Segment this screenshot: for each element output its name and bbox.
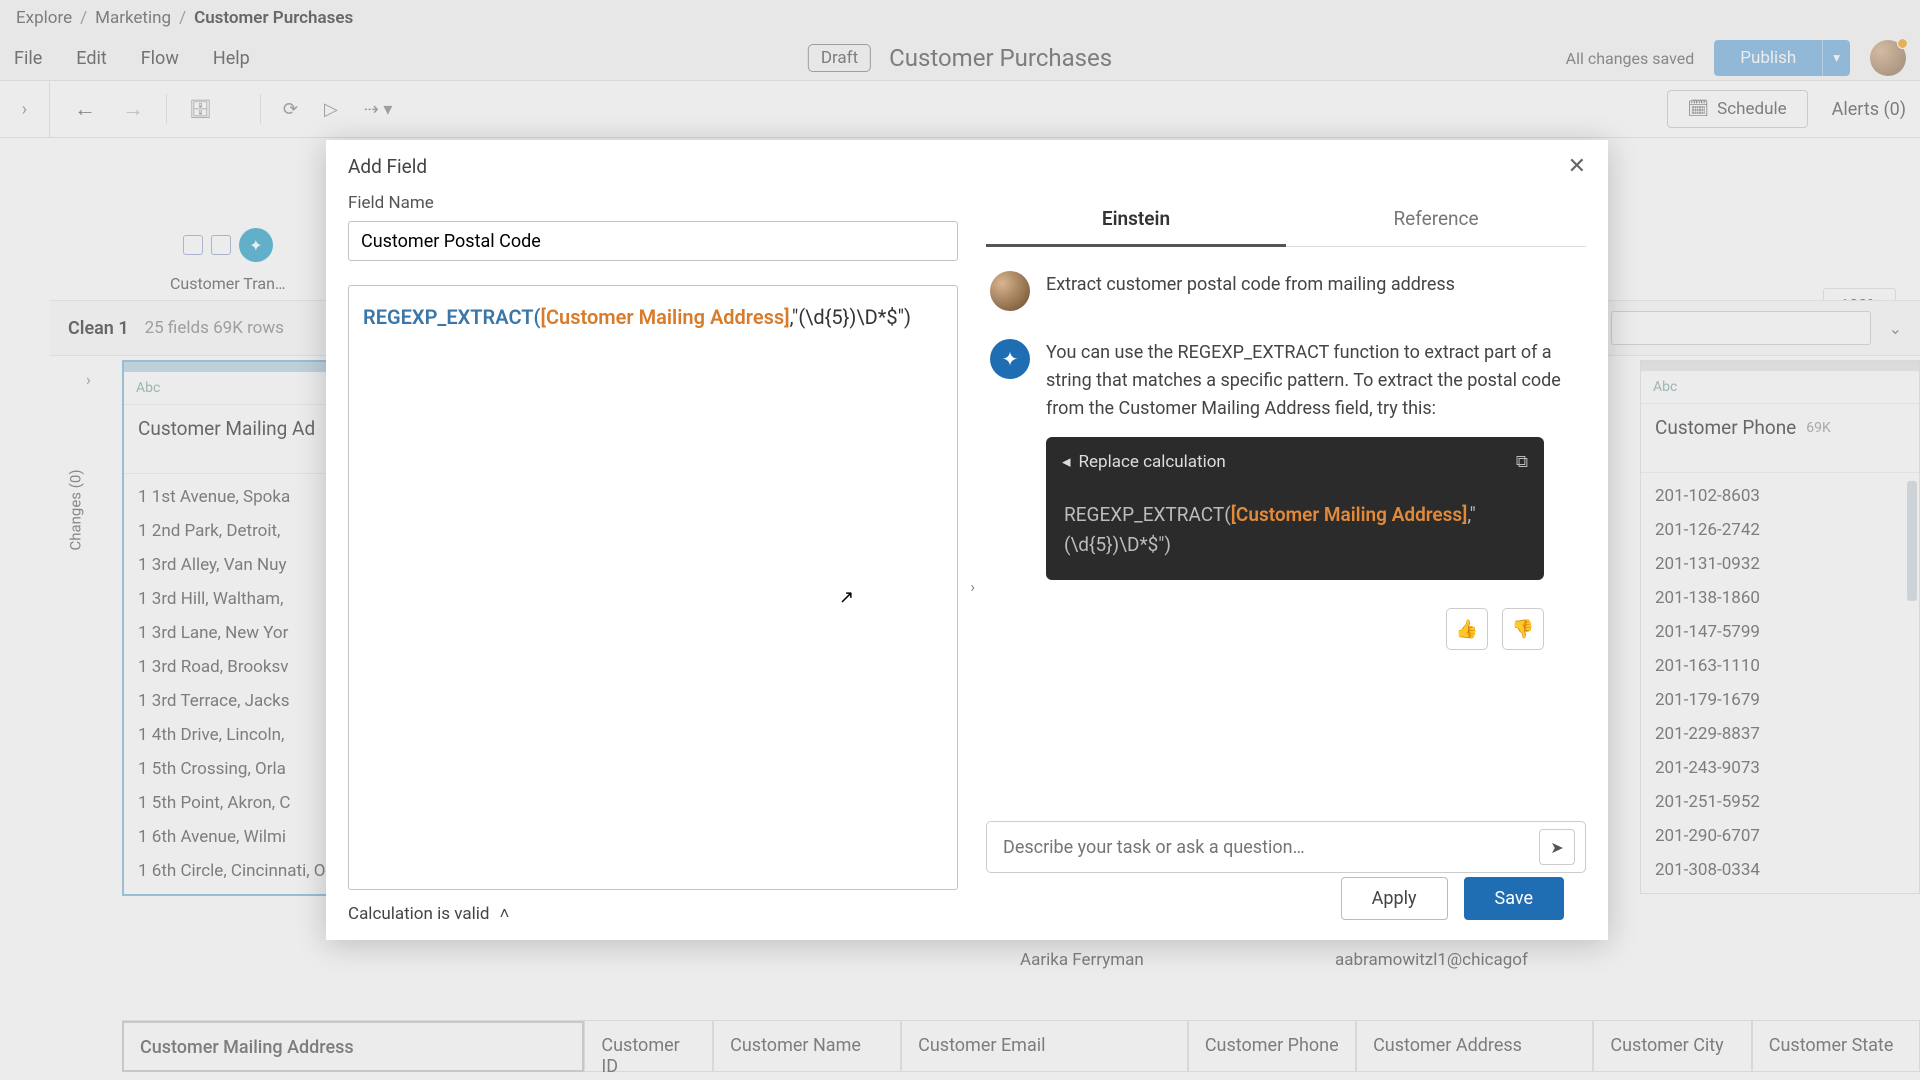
clean-step-name[interactable]: Clean 1 xyxy=(68,318,129,339)
node-badge-icon xyxy=(183,235,203,255)
data-grid-header: Customer Mailing Address Customer ID Cus… xyxy=(122,1020,1920,1072)
thumbs-down-button[interactable]: 👎 xyxy=(1502,608,1544,650)
list-item[interactable]: 201-126-2742 xyxy=(1641,513,1919,547)
menu-flow[interactable]: Flow xyxy=(141,48,179,69)
column-name: Customer Mailing Ad xyxy=(138,417,315,440)
schedule-button[interactable]: 🗓 Schedule xyxy=(1667,90,1808,128)
list-item[interactable]: 201-229-8837 xyxy=(1641,717,1919,751)
column-name: Customer Phone xyxy=(1655,416,1796,439)
column-count: 69K xyxy=(1806,420,1831,436)
breadcrumb-current: Customer Purchases xyxy=(194,8,353,28)
menu-edit[interactable]: Edit xyxy=(76,48,106,69)
user-avatar[interactable] xyxy=(1870,40,1906,76)
breadcrumb-explore[interactable]: Explore xyxy=(16,8,72,28)
list-item[interactable]: 201-243-9073 xyxy=(1641,751,1919,785)
einstein-bot-icon: ✦ xyxy=(990,339,1030,379)
toolbar: › ← → 🗄 ⟳ ▷ ⇢ ▾ 🗓 Schedule Alerts (0) xyxy=(0,80,1920,138)
col-header-customer-city[interactable]: Customer City xyxy=(1593,1021,1751,1072)
column-card-customer-phone[interactable]: Abc Customer Phone 69K 201-102-8603 201-… xyxy=(1640,360,1920,894)
field-name-label: Field Name xyxy=(348,193,958,213)
list-item[interactable]: 201-163-1110 xyxy=(1641,649,1919,683)
run-icon[interactable]: ▷ xyxy=(324,99,338,120)
flow-node-customer-tran[interactable]: ✦ Customer Tran… xyxy=(170,228,286,293)
breadcrumb: Explore / Marketing / Customer Purchases xyxy=(0,0,1920,36)
col-header-customer-state[interactable]: Customer State xyxy=(1752,1021,1920,1072)
user-message: Extract customer postal code from mailin… xyxy=(1046,271,1455,299)
chevron-up-icon: ˄ xyxy=(499,904,509,924)
triangle-left-icon[interactable]: ◂ xyxy=(1062,449,1071,475)
user-avatar-icon xyxy=(990,271,1030,311)
grid-cell-name: Aarika Ferryman xyxy=(1020,950,1144,970)
publish-caret[interactable]: ▾ xyxy=(1822,40,1850,76)
grid-cell-email: aabramowitzl1@chicagof xyxy=(1335,950,1528,970)
add-field-modal: Add Field ✕ Field Name REGEXP_EXTRACT([C… xyxy=(326,140,1608,940)
changes-rail[interactable]: Changes (0) xyxy=(60,380,92,640)
profile-search[interactable] xyxy=(1611,311,1871,345)
col-header-customer-address[interactable]: Customer Address xyxy=(1356,1021,1593,1072)
type-abc-icon: Abc xyxy=(136,380,160,396)
scrollbar[interactable] xyxy=(1907,481,1917,601)
branch-icon[interactable]: ⇢ ▾ xyxy=(364,99,393,120)
list-item[interactable]: 201-251-5952 xyxy=(1641,785,1919,819)
list-item[interactable]: 201-102-8603 xyxy=(1641,479,1919,513)
calendar-icon: 🗓 xyxy=(1688,99,1710,119)
type-abc-icon: Abc xyxy=(1653,379,1677,395)
alerts-link[interactable]: Alerts (0) xyxy=(1832,99,1906,120)
datasource-icon[interactable]: 🗄 xyxy=(189,99,212,120)
tab-einstein[interactable]: Einstein xyxy=(986,193,1286,247)
einstein-chat: Extract customer postal code from mailin… xyxy=(986,247,1586,821)
list-item[interactable]: 201-290-6707 xyxy=(1641,819,1919,853)
list-item[interactable]: 201-147-5799 xyxy=(1641,615,1919,649)
nav-back-icon[interactable]: ← xyxy=(74,96,96,122)
einstein-prompt-input[interactable] xyxy=(1003,837,1539,858)
apply-button[interactable]: Apply xyxy=(1341,877,1448,920)
col-header-customer-phone[interactable]: Customer Phone xyxy=(1188,1021,1356,1072)
mouse-cursor-icon xyxy=(839,584,854,611)
tab-reference[interactable]: Reference xyxy=(1286,193,1586,247)
list-item[interactable]: 201-308-0334 xyxy=(1641,853,1919,887)
node-label: Customer Tran… xyxy=(170,274,286,293)
save-button[interactable]: Save xyxy=(1464,877,1565,920)
send-button[interactable]: ➤ xyxy=(1539,829,1575,865)
clean-step-icon[interactable]: ✦ xyxy=(239,228,273,262)
einstein-prompt-row: ➤ xyxy=(986,821,1586,873)
title-bar: File Edit Flow Help Draft Customer Purch… xyxy=(0,36,1920,80)
menu-file[interactable]: File xyxy=(14,48,42,69)
panel-collapse-icon[interactable]: › xyxy=(970,575,975,599)
list-item[interactable]: 201-138-1860 xyxy=(1641,581,1919,615)
flow-title: Customer Purchases xyxy=(889,44,1112,72)
thumbs-up-button[interactable]: 👍 xyxy=(1446,608,1488,650)
col-header-customer-name[interactable]: Customer Name xyxy=(713,1021,901,1072)
breadcrumb-marketing[interactable]: Marketing xyxy=(95,8,171,28)
close-icon[interactable]: ✕ xyxy=(1568,154,1586,179)
clean-meta: 25 fields 69K rows xyxy=(145,318,284,338)
list-item[interactable]: 201-179-1679 xyxy=(1641,683,1919,717)
field-name-input[interactable] xyxy=(348,221,958,261)
left-rail-toggle[interactable]: › xyxy=(0,80,50,138)
modal-title: Add Field xyxy=(348,155,427,178)
menu-help[interactable]: Help xyxy=(213,48,250,69)
copy-icon[interactable]: ⧉ xyxy=(1516,449,1528,475)
refresh-icon[interactable]: ⟳ xyxy=(283,99,298,120)
nav-forward-icon: → xyxy=(122,96,144,122)
col-header-customer-email[interactable]: Customer Email xyxy=(901,1021,1188,1072)
code-suggestion-card: ◂ Replace calculation ⧉ REGEXP_EXTRACT([… xyxy=(1046,437,1544,580)
bot-message: You can use the REGEXP_EXTRACT function … xyxy=(1046,339,1582,580)
replace-calculation-link[interactable]: Replace calculation xyxy=(1079,449,1226,475)
expand-caret-icon[interactable]: ⌄ xyxy=(1889,319,1902,338)
col-header-customer-id[interactable]: Customer ID xyxy=(584,1021,713,1072)
col-header-mailing-address[interactable]: Customer Mailing Address xyxy=(122,1021,584,1072)
save-status: All changes saved xyxy=(1566,49,1695,68)
calculation-editor[interactable]: REGEXP_EXTRACT([Customer Mailing Address… xyxy=(348,285,958,890)
calculation-valid[interactable]: Calculation is valid˄ xyxy=(348,904,958,924)
draft-badge: Draft xyxy=(808,44,871,72)
list-item[interactable]: 201-131-0932 xyxy=(1641,547,1919,581)
node-badge-icon xyxy=(211,235,231,255)
publish-button[interactable]: Publish xyxy=(1714,40,1822,76)
